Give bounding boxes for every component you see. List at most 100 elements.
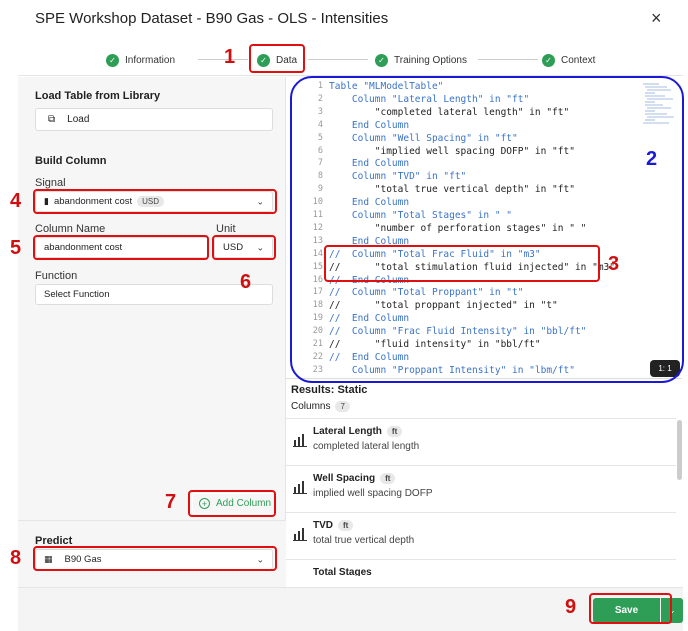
function-select[interactable]: Select Function [35, 284, 273, 305]
column-name-input[interactable]: abandonment cost [35, 237, 209, 258]
predict-label: Predict [35, 535, 73, 547]
code-text: Column "TVD" in "ft" [329, 171, 467, 183]
annotation-number: 9 [565, 596, 577, 618]
dialog-footer: Save ⌄ [18, 587, 683, 631]
result-column-item[interactable]: Total Stages [286, 559, 676, 576]
code-editor[interactable]: 1 Table "MLModelTable" 2 Column "Lateral L… [286, 77, 682, 379]
check-icon: ✓ [257, 53, 270, 67]
code-text: End Column [329, 158, 410, 170]
signal-select[interactable]: ▮ abandonment cost USD ⌄ [35, 191, 273, 212]
chevron-down-icon: ⌄ [256, 554, 264, 564]
line-number: 15 [312, 261, 323, 272]
line-number: 10 [312, 197, 323, 208]
annotation-number: 5 [10, 237, 22, 259]
column-description: implied well spacing DOFP [313, 488, 433, 499]
code-text: // End Column [329, 313, 410, 325]
unit-value: USD [223, 242, 244, 253]
code-text: // End Column [329, 351, 410, 363]
line-number: 21 [312, 339, 323, 349]
plus-circle-icon: + [199, 498, 210, 509]
line-number: 18 [312, 300, 323, 311]
step-information[interactable]: ✓ Information [106, 51, 175, 69]
result-column-item[interactable]: TVD ft total true vertical depth [286, 512, 676, 558]
line-number: 5 [317, 132, 323, 143]
code-text: End Column [329, 119, 410, 131]
close-icon[interactable]: × [651, 8, 662, 29]
bar-chart-icon [293, 434, 307, 447]
code-text: End Column [329, 197, 410, 209]
annotation-number: 1 [224, 46, 236, 68]
line-number: 3 [317, 106, 323, 117]
step-label: Training Options [394, 54, 467, 66]
column-description: completed lateral length [313, 441, 420, 452]
step-training-options[interactable]: ✓ Training Options [375, 51, 467, 69]
column-name-label: Column Name [35, 223, 106, 235]
code-text: // Column "Total Proppant" in "t" [329, 287, 524, 299]
step-context[interactable]: ✓ Context [542, 51, 595, 69]
line-number: 4 [317, 119, 323, 130]
code-text: Column "Lateral Length" in "ft" [329, 93, 530, 105]
bar-chart-icon [293, 481, 307, 494]
predict-value: B90 Gas [64, 554, 102, 565]
line-number: 20 [312, 326, 323, 337]
result-column-item[interactable]: Well Spacing ft implied well spacing DOFP [286, 465, 676, 511]
step-label: Information [125, 54, 176, 66]
annotation-number: 6 [240, 271, 252, 293]
code-text: "number of perforation stages" in " " [329, 222, 587, 234]
result-column-item[interactable]: Lateral Length ft completed lateral lengt… [286, 418, 676, 464]
column-name: Lateral Length [313, 426, 382, 437]
results-scrollbar[interactable] [677, 420, 682, 480]
cursor-position-badge: 1: 1 [650, 360, 680, 377]
code-text: Column "Proppant Intensity" in "lbm/ft" [329, 364, 575, 376]
signal-label: Signal [35, 177, 66, 189]
code-text: Column "Well Spacing" in "ft" [329, 132, 518, 144]
annotation-number: 2 [646, 148, 658, 170]
code-text: Column "Total Stages" in " " [329, 210, 513, 221]
column-builder-panel: Load Table from Library ⧉ Load Build Col… [18, 77, 286, 587]
bar-chart-icon: ▮ [44, 196, 49, 206]
save-button[interactable]: Save [593, 598, 660, 623]
code-text: "completed lateral length" in "ft" [329, 106, 570, 118]
step-data[interactable]: ✓ Data [257, 51, 297, 69]
copy-icon: ⧉ [48, 114, 56, 125]
line-number: 17 [312, 287, 323, 298]
code-text: // Column "Frac Fluid Intensity" in "bbl… [329, 326, 587, 338]
unit-badge: ft [338, 520, 354, 531]
annotation-number: 7 [165, 491, 177, 513]
calendar-icon: ▦ [44, 554, 53, 564]
line-number: 23 [312, 364, 323, 375]
editor-minimap[interactable] [641, 81, 679, 126]
check-icon: ✓ [542, 53, 555, 67]
step-connector [198, 59, 248, 60]
predict-select[interactable]: ▦ B90 Gas ⌄ [35, 549, 273, 570]
line-number: 7 [317, 158, 323, 169]
results-title: Results: Static [291, 384, 368, 396]
build-column-heading: Build Column [35, 155, 107, 167]
line-number: 1 [317, 81, 323, 91]
annotation-number: 3 [608, 253, 620, 275]
function-label: Function [35, 270, 78, 282]
check-icon: ✓ [106, 53, 119, 67]
dialog-header: SPE Workshop Dataset - B90 Gas - OLS - I… [0, 0, 688, 38]
line-number: 8 [317, 171, 323, 182]
code-text: "total true vertical depth" in "ft" [329, 184, 575, 196]
signal-unit-badge: USD [137, 196, 165, 207]
add-column-button[interactable]: + Add Column [192, 493, 276, 514]
code-text: // "total stimulation fluid injected" in… [329, 261, 615, 273]
columns-count-row: Columns 7 [291, 401, 350, 412]
chevron-down-icon: ⌄ [256, 196, 264, 206]
column-name: Well Spacing [313, 473, 376, 484]
column-name: TVD [313, 520, 333, 531]
step-connector [478, 59, 538, 60]
function-value: Select Function [44, 289, 110, 300]
code-text: Table "MLModelTable" [329, 81, 444, 92]
line-number: 9 [317, 184, 323, 195]
unit-select[interactable]: USD ⌄ [214, 237, 273, 258]
load-button[interactable]: ⧉ Load [35, 108, 273, 131]
wizard-stepper: ✓ Information ✓ Data ✓ Training Options … [18, 42, 683, 76]
annotation-number: 8 [10, 547, 22, 569]
code-text: // "total proppant injected" in "t" [329, 300, 558, 312]
save-options-chevron-icon[interactable]: ⌄ [661, 598, 683, 623]
code-text: // "fluid intensity" in "bbl/ft" [329, 339, 541, 350]
line-number: 12 [312, 222, 323, 233]
